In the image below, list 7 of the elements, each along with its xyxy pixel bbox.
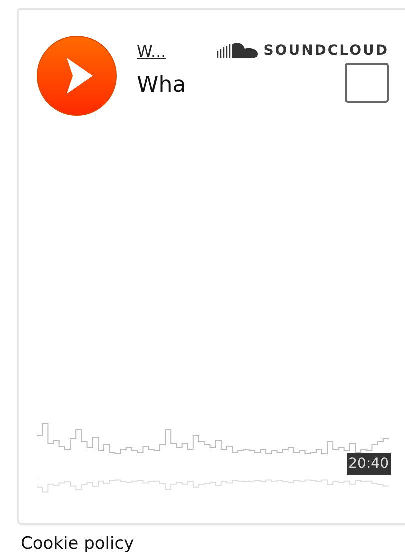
select-checkbox[interactable] (345, 63, 389, 103)
duration-label: 20:40 (346, 453, 391, 475)
track-title: Wha (137, 73, 186, 98)
brand-name: SOUNDCLOUD (264, 43, 389, 59)
play-icon (65, 56, 95, 96)
user-link[interactable]: W... (137, 42, 166, 60)
soundcloud-logo-icon (216, 41, 259, 61)
